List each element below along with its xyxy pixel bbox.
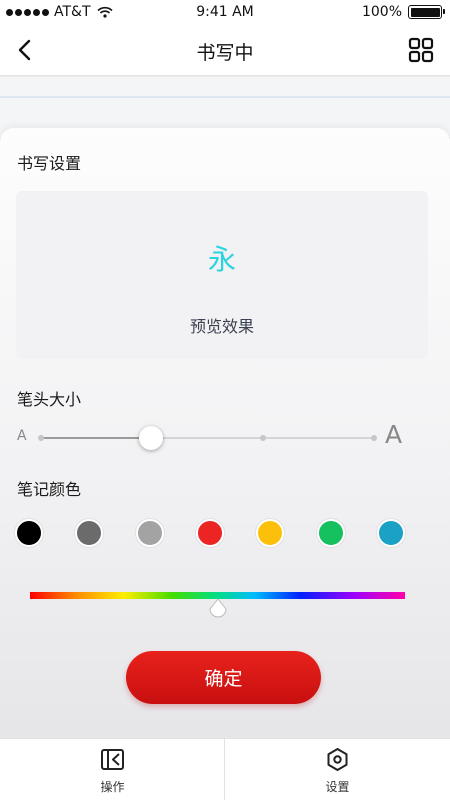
pen-size-slider[interactable] — [38, 435, 377, 441]
writing-settings-title: 书写设置 — [17, 154, 82, 173]
preview-box: 永 预览效果 — [16, 191, 428, 359]
color-swatch[interactable] — [15, 519, 43, 547]
size-max-label: A — [385, 420, 403, 449]
color-swatch[interactable] — [376, 519, 405, 547]
color-swatch[interactable] — [75, 519, 104, 547]
tab-operate-label: 操作 — [100, 780, 125, 794]
color-swatch[interactable] — [135, 519, 164, 547]
color-swatch[interactable] — [256, 519, 285, 547]
battery-icon — [408, 5, 445, 19]
tab-settings[interactable]: 设置 — [225, 739, 450, 800]
tab-operate[interactable]: 操作 — [0, 739, 225, 800]
pen-size-thumb[interactable] — [138, 426, 163, 450]
tab-bar: 操作 设置 — [0, 738, 450, 800]
slider-tick — [260, 435, 266, 441]
operate-icon — [101, 749, 124, 770]
pen-size-title: 笔头大小 — [17, 390, 82, 409]
settings-icon — [327, 748, 348, 771]
slider-tick — [38, 435, 44, 441]
color-swatch[interactable] — [195, 519, 224, 547]
preview-sample-char: 永 — [207, 243, 236, 276]
canvas-line — [0, 96, 450, 98]
nav-bar: 书写中 — [0, 24, 450, 76]
status-bar: AT&T 9:41 AM 100% — [0, 0, 450, 24]
preview-label: 预览效果 — [189, 317, 254, 336]
size-min-label: A — [17, 428, 27, 444]
battery-fill — [410, 7, 440, 17]
slider-tick — [371, 435, 377, 441]
status-right: 100% — [361, 4, 445, 20]
battery-percent: 100% — [361, 4, 402, 20]
confirm-button[interactable]: 确定 — [126, 651, 321, 704]
settings-sheet: 书写设置 永 预览效果 笔头大小 A A 笔记颜色 确定 — [0, 128, 450, 738]
pen-size-fill — [41, 437, 151, 439]
pen-color-title: 笔记颜色 — [17, 480, 82, 499]
tab-settings-label: 设置 — [325, 780, 350, 794]
hue-thumb-icon[interactable] — [206, 597, 230, 621]
color-swatch[interactable] — [316, 519, 345, 547]
page-title: 书写中 — [196, 42, 254, 64]
grid-icon[interactable] — [408, 37, 434, 63]
